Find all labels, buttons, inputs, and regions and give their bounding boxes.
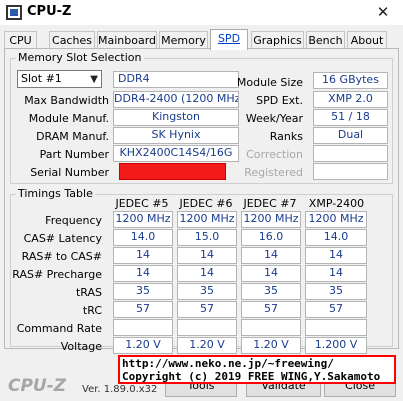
timing-cell: 1.20 V bbox=[241, 337, 301, 354]
slot-select[interactable]: Slot #1 ▼ bbox=[17, 70, 102, 88]
timing-cell: 35 bbox=[113, 283, 173, 300]
timing-cell: 14.0 bbox=[305, 229, 367, 246]
timing-cell: 16.0 bbox=[241, 229, 301, 246]
ras-precharge-label: RAS# Precharge bbox=[12, 268, 102, 281]
timing-cell: 14 bbox=[241, 247, 301, 264]
title-bar: CPU-Z ✕ bbox=[0, 0, 403, 25]
timings-column-header: XMP-2400 bbox=[308, 197, 365, 210]
timing-cell: 14 bbox=[177, 265, 237, 282]
tab-spd[interactable]: SPD bbox=[210, 29, 248, 50]
timing-cell: 57 bbox=[177, 301, 237, 318]
watermark-url: http://www.neko.ne.jp/~freewing/ bbox=[122, 357, 334, 370]
timing-cell: 1200 MHz bbox=[113, 211, 173, 228]
memory-type-value: DDR4 bbox=[113, 71, 239, 88]
module-size-label: Module Size bbox=[236, 76, 303, 89]
tab-caches[interactable]: Caches bbox=[49, 31, 95, 49]
timing-cell: 1.20 V bbox=[113, 337, 173, 354]
timing-cell: 57 bbox=[241, 301, 301, 318]
voltage-label: Voltage bbox=[60, 340, 102, 353]
version-label: Ver. 1.89.0.x32 bbox=[82, 384, 158, 395]
tab-memory[interactable]: Memory bbox=[159, 31, 208, 49]
max-bandwidth-value: DDR4-2400 (1200 MHz) bbox=[113, 91, 239, 108]
ranks-value: Dual bbox=[313, 127, 388, 144]
part-number-label: Part Number bbox=[39, 148, 109, 161]
module-size-value: 16 GBytes bbox=[313, 72, 388, 89]
timing-cell: 14 bbox=[241, 265, 301, 282]
close-window-icon[interactable]: ✕ bbox=[368, 1, 398, 23]
copyright-watermark: http://www.neko.ne.jp/~freewing/ Copyrig… bbox=[118, 355, 396, 384]
timing-cell: 57 bbox=[305, 301, 367, 318]
timing-cell bbox=[305, 319, 367, 336]
timing-cell bbox=[177, 319, 237, 336]
cpuz-app-icon bbox=[6, 5, 22, 20]
timing-cell: 14 bbox=[113, 265, 173, 282]
timing-cell bbox=[113, 319, 173, 336]
module-manuf-label: Module Manuf. bbox=[28, 112, 109, 125]
tras-label: tRAS bbox=[75, 286, 102, 299]
timings-column-header: JEDEC #7 bbox=[243, 197, 297, 210]
registered-label: Registered bbox=[244, 166, 303, 179]
correction-value bbox=[313, 145, 388, 162]
watermark-copyright: Copyright (c) 2019 FREE WING,Y.Sakamoto bbox=[122, 370, 381, 383]
tab-bar: CPU Caches Mainboard Memory SPD Graphics… bbox=[4, 29, 399, 50]
tab-cpu[interactable]: CPU bbox=[4, 31, 37, 49]
timing-cell: 57 bbox=[113, 301, 173, 318]
timing-cell: 14 bbox=[177, 247, 237, 264]
tab-about[interactable]: About bbox=[347, 31, 387, 49]
timing-cell: 1.20 V bbox=[177, 337, 237, 354]
timing-cell: 1.200 V bbox=[305, 337, 367, 354]
window-title: CPU-Z bbox=[27, 4, 72, 19]
timing-cell: 14 bbox=[305, 247, 367, 264]
timing-cell: 14 bbox=[305, 265, 367, 282]
timings-column-header: JEDEC #6 bbox=[179, 197, 233, 210]
tab-mainboard[interactable]: Mainboard bbox=[97, 31, 157, 49]
timing-cell bbox=[241, 319, 301, 336]
serial-number-label: Serial Number bbox=[30, 166, 109, 179]
tab-graphics[interactable]: Graphics bbox=[251, 31, 304, 49]
timing-cell: 35 bbox=[305, 283, 367, 300]
dram-manuf-label: DRAM Manuf. bbox=[36, 130, 109, 143]
registered-value bbox=[313, 163, 388, 180]
ranks-label: Ranks bbox=[269, 130, 303, 143]
chevron-down-icon: ▼ bbox=[90, 74, 98, 85]
frequency-label: Frequency bbox=[45, 214, 102, 227]
cpuz-logo: CPU-Z bbox=[8, 376, 67, 396]
timing-cell: 35 bbox=[241, 283, 301, 300]
module-manuf-value: Kingston bbox=[113, 109, 239, 126]
spd-ext-label: SPD Ext. bbox=[256, 94, 303, 107]
timing-cell: 1200 MHz bbox=[177, 211, 237, 228]
timing-cell: 14.0 bbox=[113, 229, 173, 246]
memory-slot-group-title: Memory Slot Selection bbox=[16, 51, 144, 64]
tab-bench[interactable]: Bench bbox=[306, 31, 345, 49]
correction-label: Correction bbox=[246, 148, 303, 161]
timing-cell: 1200 MHz bbox=[241, 211, 301, 228]
week-year-value: 51 / 18 bbox=[313, 109, 388, 126]
cas-latency-label: CAS# Latency bbox=[23, 232, 102, 245]
command-rate-label: Command Rate bbox=[16, 322, 102, 335]
ras-to-cas-label: RAS# to CAS# bbox=[21, 250, 102, 263]
timings-column-header: JEDEC #5 bbox=[115, 197, 169, 210]
timing-cell: 35 bbox=[177, 283, 237, 300]
timing-cell: 14 bbox=[113, 247, 173, 264]
spd-ext-value: XMP 2.0 bbox=[313, 91, 388, 108]
timing-cell: 15.0 bbox=[177, 229, 237, 246]
part-number-value: KHX2400C14S4/16G bbox=[113, 145, 239, 162]
week-year-label: Week/Year bbox=[245, 112, 303, 125]
dram-manuf-value: SK Hynix bbox=[113, 127, 239, 144]
timings-group-title: Timings Table bbox=[16, 187, 95, 200]
serial-number-redacted bbox=[119, 163, 226, 180]
max-bandwidth-label: Max Bandwidth bbox=[24, 94, 109, 107]
trc-label: tRC bbox=[82, 304, 102, 317]
timing-cell: 1200 MHz bbox=[305, 211, 367, 228]
